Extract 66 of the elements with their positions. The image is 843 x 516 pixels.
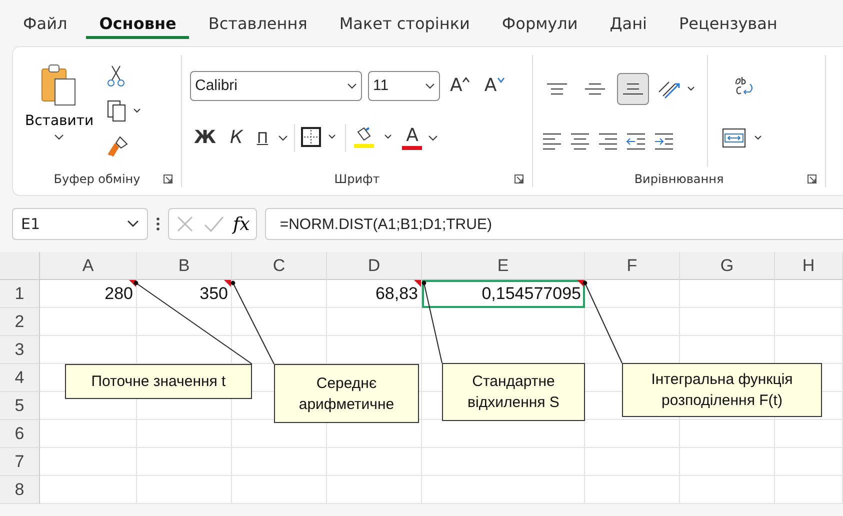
- comment-note: Середнє арифметичне: [274, 364, 419, 423]
- launcher-icon[interactable]: [807, 174, 817, 184]
- align-lines-icon: [585, 82, 605, 94]
- ribbon-tab[interactable]: Рецензуван: [666, 8, 790, 38]
- launcher-icon[interactable]: [163, 174, 173, 184]
- ribbon-tab[interactable]: Макет сторінки: [326, 8, 483, 38]
- column-header[interactable]: A: [40, 252, 137, 280]
- paste-button[interactable]: Вставити: [21, 59, 98, 163]
- ribbon-tab[interactable]: Формули: [488, 8, 591, 38]
- underline-button[interactable]: П: [252, 126, 272, 148]
- row-header[interactable]: 7: [0, 448, 40, 476]
- align-center-icon[interactable]: [569, 132, 591, 150]
- row-header[interactable]: 2: [0, 308, 40, 336]
- table-cell: 0,154577095: [422, 280, 585, 308]
- insert-function-button[interactable]: fx: [233, 214, 250, 234]
- column-header[interactable]: H: [775, 252, 843, 280]
- font-name-field[interactable]: Calibri: [190, 70, 362, 100]
- group-label: Буфер обміну: [54, 172, 140, 186]
- scissors-icon[interactable]: [106, 64, 126, 88]
- column-header[interactable]: C: [232, 252, 327, 280]
- bold-button[interactable]: Ж: [190, 125, 220, 150]
- align-left-icon[interactable]: [541, 132, 563, 150]
- ribbon-tab[interactable]: Основне: [86, 8, 190, 38]
- align-lines-icon: [547, 82, 567, 94]
- comment-note: Поточне значення t: [65, 364, 252, 399]
- caret-down-icon: [496, 77, 505, 83]
- table-cell: [775, 448, 843, 476]
- ribbon-tab[interactable]: Дані: [596, 8, 660, 38]
- shrink-font-button[interactable]: A: [480, 73, 509, 98]
- name-box[interactable]: E1: [12, 208, 148, 240]
- caret-up-icon: [462, 77, 470, 83]
- ribbon-tab[interactable]: Вставлення: [195, 8, 320, 38]
- column-header[interactable]: B: [137, 252, 232, 280]
- row-header[interactable]: 3: [0, 336, 40, 364]
- row-header[interactable]: 6: [0, 420, 40, 448]
- launcher-icon[interactable]: [514, 174, 524, 184]
- comment-note: Інтегральна функція розподілення F(t): [622, 363, 822, 417]
- ribbon-tab[interactable]: Файл: [10, 8, 80, 38]
- column-header[interactable]: F: [585, 252, 680, 280]
- table-cell: 68,83: [327, 280, 422, 308]
- align-right-icon[interactable]: [597, 132, 619, 150]
- comment-note: Стандартне відхилення S: [442, 363, 585, 421]
- row-header[interactable]: 8: [0, 476, 40, 504]
- vertical-align-button[interactable]: [617, 72, 649, 104]
- column-header[interactable]: G: [680, 252, 775, 280]
- increase-indent-icon[interactable]: [653, 132, 675, 150]
- formula-field[interactable]: =NORM.DIST(A1;B1;D1;TRUE): [264, 208, 843, 240]
- italic-button[interactable]: К: [226, 125, 247, 150]
- table-cell: [775, 476, 843, 504]
- font-size-field[interactable]: 11: [368, 70, 440, 100]
- more-options-icon[interactable]: [156, 216, 160, 232]
- column-header[interactable]: D: [327, 252, 422, 280]
- font-color-button[interactable]: A: [402, 126, 422, 150]
- column-header[interactable]: E: [422, 252, 585, 280]
- group-label: Шрифт: [334, 172, 380, 186]
- row-header[interactable]: 4: [0, 364, 40, 392]
- decrease-indent-icon[interactable]: [625, 132, 647, 150]
- check-icon[interactable]: [203, 214, 225, 234]
- row-header[interactable]: 5: [0, 392, 40, 420]
- group-label: Вирівнювання: [634, 172, 724, 186]
- row-header[interactable]: 1: [0, 280, 40, 308]
- format-painter-icon[interactable]: [106, 134, 130, 158]
- table-cell: [775, 420, 843, 448]
- table-cell: [775, 308, 843, 336]
- grow-font-button[interactable]: A: [446, 73, 474, 98]
- align-lines-icon: [623, 82, 643, 94]
